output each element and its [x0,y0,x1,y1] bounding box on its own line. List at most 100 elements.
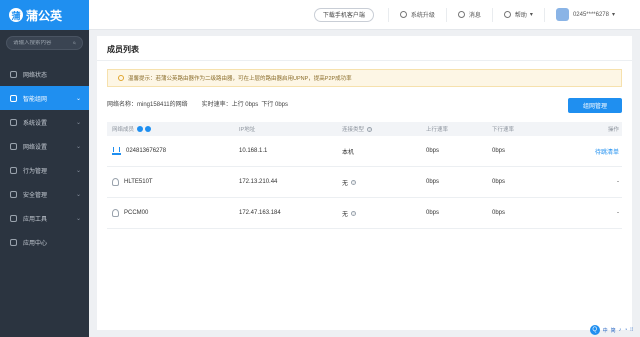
help-icon [503,11,511,18]
group-management-button[interactable]: 组网管理 [568,98,622,113]
top-bar: 下载手机客户端 系统升级 消息 帮助 ▾ 0245****6278 ▾ [89,0,640,30]
system-settings-icon [10,118,17,126]
cell-up: 0bps [426,179,440,185]
header-label: 网络成员 [112,127,135,133]
sidebar-item-label: 系统设置 [23,120,48,127]
member-name: PCCM00 [124,210,149,216]
cell-member: HLTE510T [107,178,239,186]
sidebar-item-label: 应用中心 [23,240,48,247]
divider [97,60,632,61]
router-icon [112,147,121,155]
connection-type: 无 [342,180,349,187]
system-upgrade-button[interactable]: 系统升级 [387,7,446,22]
download-app-button[interactable]: 下载手机客户端 [313,7,374,22]
ime-mode[interactable]: 简 [611,327,616,334]
account-name: 0245****6278 [572,11,609,18]
behavior-management-icon [10,166,17,174]
messages-button[interactable]: 消息 [445,7,492,22]
system-upgrade-label: 系统升级 [410,13,435,19]
chevron-down-icon: ⌄ [75,95,81,102]
help-icon[interactable]: ? [351,179,357,185]
sidebar-item-smart-network[interactable]: 智能组网 ⌄ [0,86,89,110]
ime-skin-icon[interactable]: ◔ [624,327,627,333]
upgrade-icon [399,11,407,18]
sidebar-item-security[interactable]: 安全管理 ⌄ [0,182,89,206]
network-status-icon [10,70,17,78]
sidebar-item-label: 应用工具 [23,216,48,223]
account-menu[interactable]: 0245****6278 ▾ [543,7,626,22]
down-rate: 下行 0bps [261,102,288,108]
cell-up: 0bps [426,148,440,154]
warning-icon [118,75,124,81]
sidebar-item-label: 行为管理 [23,168,48,175]
sidebar-item-label: 网络设置 [23,144,48,151]
network-name-label: 网络名称： [107,102,138,108]
header-member: 网络成员 [107,125,239,133]
search-icon[interactable] [73,40,76,46]
table-row: 024813676278 10.168.1.1 本机 0bps 0bps 待跳清… [107,136,622,167]
ime-lang[interactable]: 中 [603,327,608,334]
sidebar-nav: 网络状态 智能组网 ⌄ 系统设置 ⌄ 网络设置 ⌄ 行为管理 ⌄ 安全管理 ⌄ [0,62,89,254]
cell-ip: 172.47.163.184 [239,210,281,216]
cell-action: - [617,210,619,216]
sidebar-item-label: 智能组网 [23,96,48,103]
header-ip: IP地址 [239,127,256,133]
search-input[interactable] [13,40,73,46]
cell-down: 0bps [492,148,506,154]
search-box[interactable] [6,36,83,50]
header-label: 连接类型 [342,127,365,133]
header-type: 连接类型 ? [342,125,426,133]
table-row: PCCM00 172.47.163.184 无 ? 0bps 0bps - [107,198,622,229]
member-name: HLTE510T [124,179,153,185]
up-rate: 上行 0bps [231,102,259,108]
table-header: 网络成员 IP地址 连接类型 ? 上行速率 下行速率 操作 [107,122,622,136]
table-row: HLTE510T 172.13.210.44 无 ? 0bps 0bps - [107,167,622,198]
cell-type: 无 ? [342,209,426,218]
cell-member: 024813676278 [107,147,239,155]
chevron-down-icon: ▾ [611,12,615,18]
rate-label: 实时速率： [201,102,232,108]
member-name: 024813676278 [126,148,167,154]
header-up: 上行速率 [426,127,449,133]
windows-filter-icon[interactable] [137,126,144,132]
cell-up: 0bps [426,210,440,216]
help-label: 帮助 [514,13,527,19]
tools-icon [10,214,17,222]
row-action-link[interactable]: 待跳清单 [587,147,622,156]
sidebar-item-app-tools[interactable]: 应用工具 ⌄ [0,206,89,230]
cell-ip: 10.168.1.1 [239,148,268,154]
user-filter-icon[interactable] [145,126,152,132]
ime-logo-icon[interactable]: Q [589,325,600,335]
header-down: 下行速率 [492,127,515,133]
bell-icon [457,11,465,18]
help-icon[interactable]: ? [367,126,373,132]
chevron-down-icon: ⌄ [75,143,81,150]
user-icon [112,209,119,217]
sidebar-item-behavior-management[interactable]: 行为管理 ⌄ [0,158,89,182]
help-icon[interactable]: ? [351,210,357,216]
cell-type: 无 ? [342,178,426,187]
sidebar-item-network-status[interactable]: 网络状态 [0,62,89,86]
shield-icon [10,190,17,198]
header-action: 操作 [607,127,619,133]
sidebar-item-app-center[interactable]: 应用中心 [0,230,89,254]
sidebar-item-system-settings[interactable]: 系统设置 ⌄ [0,110,89,134]
logo-text: 蒲公英 [26,8,63,23]
main-panel: 成员列表 温馨提示：若蒲公英路由器作为二级路由器，可在上层的路由器启用UPNP，… [97,36,632,330]
chevron-down-icon: ⌄ [75,167,81,174]
ime-sound-icon[interactable]: ♪ [619,327,622,333]
cell-member: PCCM00 [107,209,239,217]
chevron-down-icon: ▾ [529,12,533,18]
sidebar: 蒲 蒲公英 网络状态 智能组网 ⌄ 系统设置 ⌄ 网络设置 ⌄ [0,0,89,337]
app-center-icon [10,238,17,246]
logo-mark-icon: 蒲 [9,8,23,22]
notice-text: 温馨提示：若蒲公英路由器作为二级路由器，可在上层的路由器启用UPNP，提高P2P… [128,76,352,82]
app-logo[interactable]: 蒲 蒲公英 [0,0,89,30]
sidebar-item-network-settings[interactable]: 网络设置 ⌄ [0,134,89,158]
help-menu[interactable]: 帮助 ▾ [491,7,544,22]
ime-toolbar[interactable]: Q 中 简 ♪ ◔ ⁞⁞ [589,325,636,335]
ime-menu-icon[interactable]: ⁞⁞ [630,327,633,333]
network-name: ming158411的网络 [137,102,188,108]
page-title: 成员列表 [107,45,139,54]
sidebar-item-label: 网络状态 [23,72,48,79]
